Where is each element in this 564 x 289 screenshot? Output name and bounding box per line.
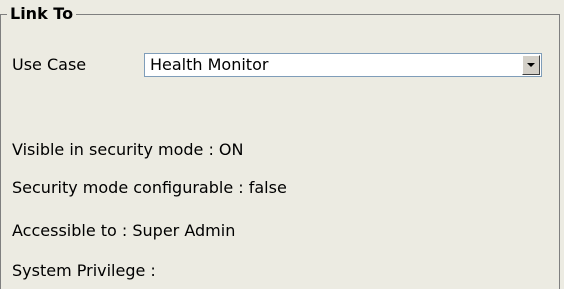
fieldset-border-top bbox=[0, 14, 560, 15]
accessible-to-text: Accessible to : Super Admin bbox=[12, 221, 236, 240]
system-privilege-text: System Privilege : bbox=[12, 261, 156, 280]
visible-in-security-mode-text: Visible in security mode : ON bbox=[12, 140, 244, 159]
fieldset-legend: Link To bbox=[7, 4, 77, 24]
use-case-dropdown-button[interactable] bbox=[522, 55, 540, 75]
fieldset-border-right bbox=[559, 14, 560, 289]
fieldset-border-left bbox=[0, 14, 1, 289]
use-case-select[interactable]: Health Monitor bbox=[144, 53, 542, 77]
chevron-down-icon bbox=[527, 63, 535, 67]
use-case-label: Use Case bbox=[12, 55, 87, 74]
link-to-fieldset: Link To Use Case Health Monitor Visible … bbox=[0, 0, 564, 289]
security-mode-configurable-text: Security mode configurable : false bbox=[12, 178, 287, 197]
use-case-selected-value: Health Monitor bbox=[150, 55, 269, 74]
